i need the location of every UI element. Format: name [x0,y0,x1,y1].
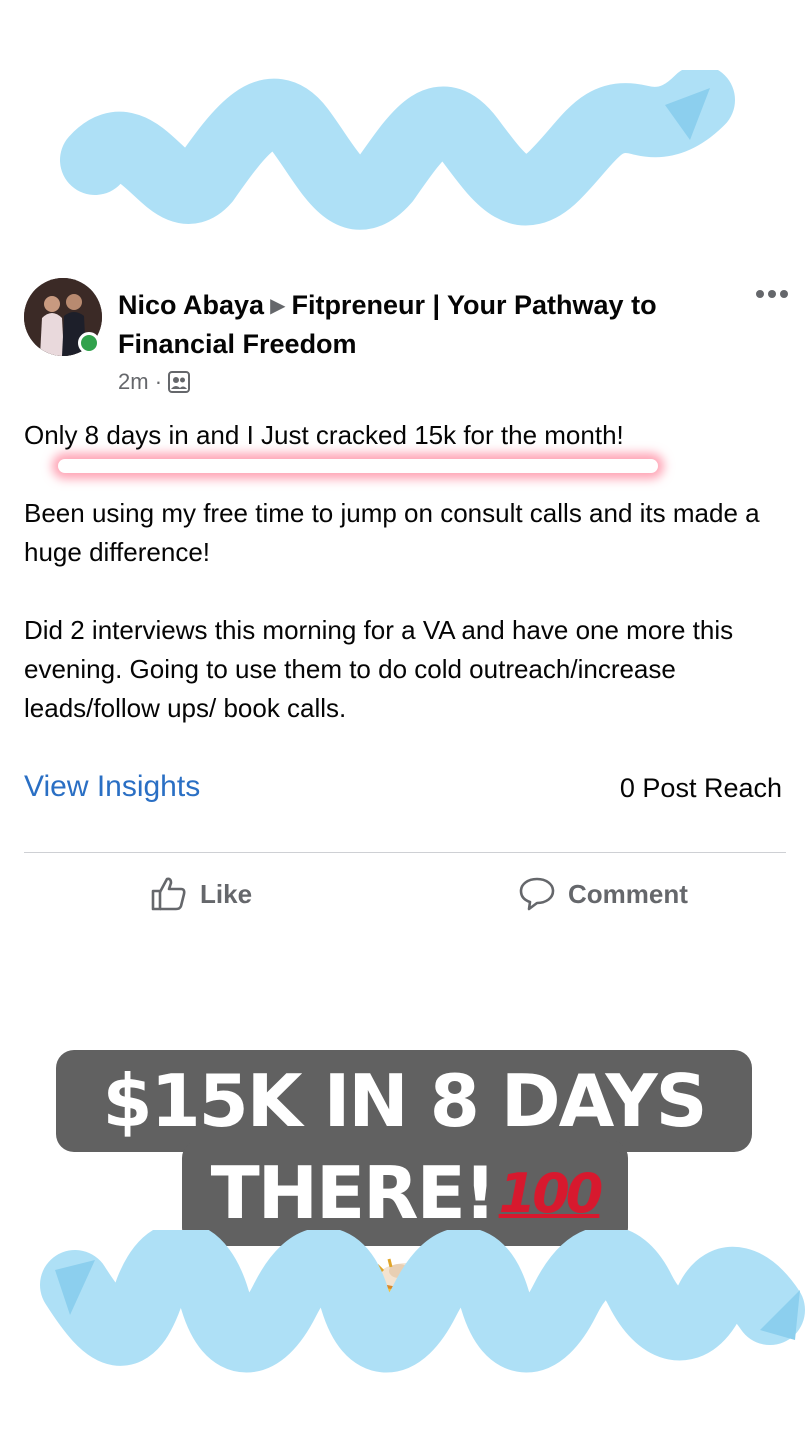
divider [24,852,786,853]
post-paragraph: Been using my free time to jump on consu… [24,498,760,567]
like-icon [151,877,186,911]
post-paragraph: Only 8 days in and I Just cracked 15k fo… [24,420,624,450]
meta-separator: · [154,369,163,394]
author-name[interactable]: Nico Abaya [118,290,264,320]
top-scribble [60,70,735,230]
comment-icon [519,877,555,911]
post-time[interactable]: 2m [118,369,149,394]
post-body: Only 8 days in and I Just cracked 15k fo… [24,416,784,728]
exploding-head-emoji [375,1258,441,1329]
post-meta: 2m · [118,366,191,398]
like-label: Like [200,878,253,909]
post-reach-count: 0 Post Reach [619,773,782,803]
post-paragraph: Did 2 interviews this morning for a VA a… [24,615,734,723]
overlay-caption-line1: $15K IN 8 DAYS RIGHT [56,1050,752,1245]
like-button[interactable]: Like [150,872,252,916]
post-header: Nico Abaya ▶ Fitpreneur | Your Pathway to … [118,286,738,363]
online-status-dot [78,332,100,354]
overlay-caption-line2: THERE!100 [182,1140,628,1329]
hundred-points-emoji: 100 [498,1162,604,1225]
comment-label: Comment [568,878,688,909]
group-privacy-icon [168,371,191,393]
triangle-arrow-icon: ▶ [270,295,286,317]
view-insights-link[interactable]: View Insights [24,770,200,804]
overlay-caption-word: THERE! [210,1151,497,1235]
more-options-icon[interactable] [752,282,792,306]
comment-button[interactable]: Comment [518,872,688,916]
